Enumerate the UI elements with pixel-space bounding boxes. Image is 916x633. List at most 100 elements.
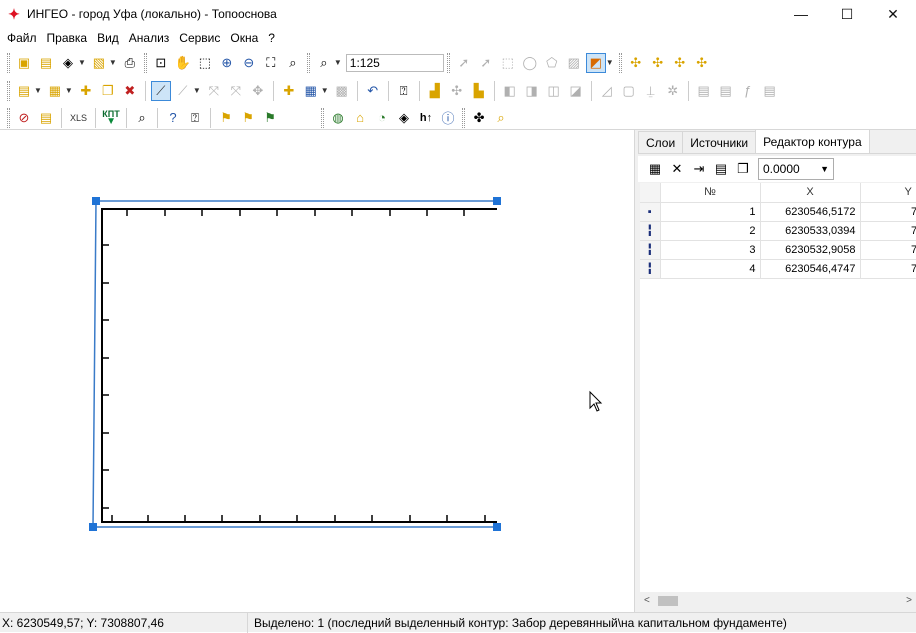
table-row[interactable]: ╏ 2 6230533,0394 7308	[640, 221, 916, 241]
vertex-handle-2[interactable]	[92, 197, 100, 205]
select-mode-icon[interactable]: ◩	[585, 52, 606, 73]
cell-y[interactable]: 7308	[860, 202, 916, 222]
doc-add-icon[interactable]: ▤	[694, 81, 714, 101]
insert-vertex-icon[interactable]: ⇥	[689, 159, 709, 179]
attributes-icon[interactable]: ✚	[279, 81, 299, 101]
doc-copy-icon[interactable]: ▤	[716, 81, 736, 101]
scale-input[interactable]	[345, 53, 444, 72]
selection-outline[interactable]	[92, 200, 497, 528]
height-icon[interactable]: h↑	[416, 108, 436, 128]
node-tool-1-icon[interactable]: ✣	[626, 53, 646, 73]
draw-line-icon[interactable]: ⟋	[173, 81, 193, 101]
toolbar-grip[interactable]	[321, 107, 325, 128]
formula-icon[interactable]: ƒ	[738, 81, 758, 101]
find-object-icon[interactable]: ⌕	[491, 108, 511, 128]
report-icon[interactable]: ▤	[760, 81, 780, 101]
zoom-in-icon[interactable]: ⊕	[217, 53, 237, 73]
menu-windows[interactable]: Окна	[225, 31, 263, 45]
menu-edit[interactable]: Правка	[42, 31, 93, 45]
print-icon[interactable]: ⎙	[120, 53, 140, 73]
object-delete-icon[interactable]: ✖	[120, 81, 140, 101]
table-row[interactable]: ╏ 4 6230546,4747 7308	[640, 259, 916, 279]
object-copy-icon[interactable]: ❐	[98, 81, 118, 101]
notes-icon[interactable]: ▤	[36, 108, 56, 128]
move-icon[interactable]: ✥	[248, 81, 268, 101]
split-icon[interactable]: ⤧	[204, 81, 224, 101]
zoom-object-icon[interactable]: ⌕	[283, 53, 303, 73]
node-tool-2-icon[interactable]: ✣	[648, 53, 668, 73]
close-button[interactable]: ✕	[870, 0, 916, 28]
pie-icon[interactable]: ◔	[372, 108, 392, 128]
scale-icon[interactable]: ⌕	[314, 53, 334, 73]
menu-service[interactable]: Сервис	[174, 31, 225, 45]
toolbar-grip[interactable]	[7, 80, 10, 101]
zoom-out-icon[interactable]: ⊖	[239, 53, 259, 73]
cell-num[interactable]: 4	[660, 259, 761, 279]
chevron-down-icon[interactable]: ▼	[78, 58, 86, 67]
table-settings-icon[interactable]: ▦	[645, 159, 665, 179]
map-canvas[interactable]	[0, 130, 634, 612]
info-icon[interactable]: ⓘ	[438, 108, 458, 128]
info-query-icon[interactable]: ⍰	[185, 108, 205, 128]
cell-x[interactable]: 6230546,5172	[760, 202, 861, 222]
chevron-down-icon[interactable]: ▼	[193, 86, 201, 95]
chevron-down-icon[interactable]: ▼	[321, 86, 329, 95]
zoom-all-icon[interactable]: ⛶	[261, 53, 281, 73]
open-map-icon[interactable]: ▣	[14, 53, 34, 73]
no-entry-icon[interactable]: ⊘	[14, 108, 34, 128]
globe-icon[interactable]: ◍	[328, 108, 348, 128]
column-header-y[interactable]: Y	[860, 183, 916, 203]
tab-contour-editor[interactable]: Редактор контура	[755, 129, 870, 153]
slope-icon[interactable]: ◿	[597, 81, 617, 101]
node-tool-3-icon[interactable]: ✣	[670, 53, 690, 73]
table-icon[interactable]: ▦	[301, 81, 321, 101]
layers-stack-icon[interactable]: ◈	[58, 53, 78, 73]
layers-open-icon[interactable]: ▤	[36, 53, 56, 73]
menu-help[interactable]: ?	[263, 31, 280, 45]
snap-icon[interactable]: ✣	[447, 81, 467, 101]
column-header-x[interactable]: X	[760, 183, 861, 203]
maximize-button[interactable]: ☐	[824, 0, 870, 28]
pin-icon[interactable]: ⍊	[641, 81, 661, 101]
layer-props-icon[interactable]: ▤	[14, 81, 34, 101]
node-tool-4-icon[interactable]: ✣	[692, 53, 712, 73]
map-drawing[interactable]	[0, 130, 634, 612]
tab-sources[interactable]: Источники	[682, 131, 757, 153]
xor-icon[interactable]: ◪	[566, 81, 586, 101]
cell-y[interactable]: 7308	[860, 221, 916, 241]
chevron-down-icon[interactable]: ▼	[65, 86, 73, 95]
remove-node-icon[interactable]: ▙	[469, 81, 489, 101]
vertices-icon[interactable]: ✕	[667, 159, 687, 179]
zoom-window-icon[interactable]: ⬚	[195, 53, 215, 73]
query-icon[interactable]: ?	[163, 108, 183, 128]
object-add-icon[interactable]: ✚	[76, 81, 96, 101]
minimize-button[interactable]: —	[778, 0, 824, 28]
tab-layers[interactable]: Слои	[638, 131, 684, 153]
layer-group-icon[interactable]: ▦	[45, 81, 65, 101]
cell-num[interactable]: 2	[660, 221, 761, 241]
flag-1-icon[interactable]: ⚑	[216, 108, 236, 128]
vertex-handle-4[interactable]	[493, 523, 501, 531]
chevron-down-icon[interactable]: ▼	[606, 58, 614, 67]
scroll-thumb[interactable]	[658, 596, 678, 606]
fence-contour[interactable]	[101, 208, 497, 523]
union-icon[interactable]: ◧	[500, 81, 520, 101]
toolbar-grip[interactable]	[7, 107, 10, 128]
table-row[interactable]: ╏ 3 6230532,9058 7308	[640, 240, 916, 260]
cell-x[interactable]: 6230546,4747	[760, 259, 861, 279]
chevron-down-icon[interactable]: ▼	[109, 58, 117, 67]
merge-icon[interactable]: ⤧	[226, 81, 246, 101]
scroll-right-button[interactable]: >	[906, 595, 912, 606]
select-circle-icon[interactable]: ◯	[520, 53, 540, 73]
precision-select[interactable]: 0.0000 ▼	[758, 158, 834, 180]
pan-hand-icon[interactable]: ✋	[173, 53, 193, 73]
flag-2-icon[interactable]: ⚑	[238, 108, 258, 128]
menu-view[interactable]: Вид	[92, 31, 124, 45]
select-polygon-icon[interactable]: ⬠	[542, 53, 562, 73]
horizontal-scrollbar[interactable]: < >	[640, 592, 916, 609]
search-icon[interactable]: ⌕	[132, 108, 152, 128]
toolbar-grip[interactable]	[462, 107, 466, 128]
flag-3-icon[interactable]: ⚑	[260, 108, 280, 128]
paste-icon[interactable]: ❐	[733, 159, 753, 179]
toolbar-grip[interactable]	[143, 52, 147, 73]
